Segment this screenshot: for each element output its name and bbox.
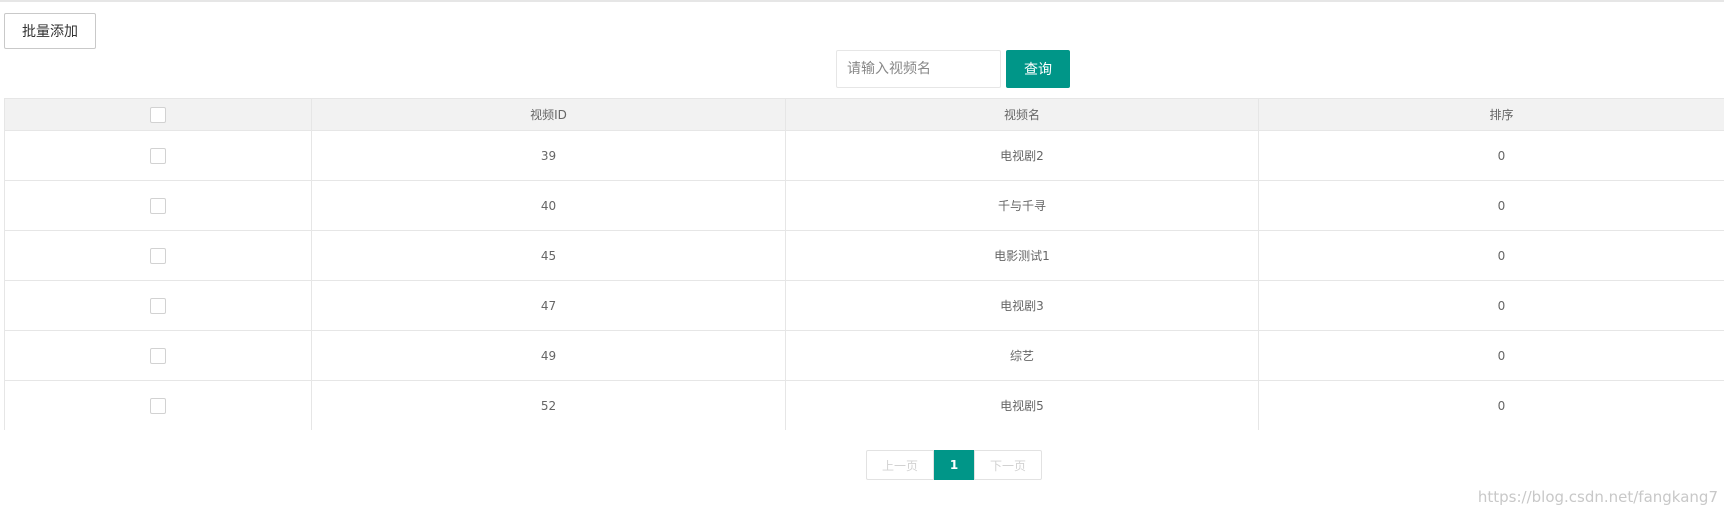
- table-header-row: 视频ID 视频名 排序: [4, 98, 1724, 131]
- batch-add-button[interactable]: 批量添加: [4, 13, 96, 49]
- query-button[interactable]: 查询: [1006, 50, 1070, 88]
- video-name-cell: 电影测试1: [785, 230, 1259, 281]
- table-row: 47 电视剧3 0: [4, 280, 1724, 331]
- header-video-id: 视频ID: [311, 98, 786, 131]
- video-name-cell: 综艺: [785, 330, 1259, 381]
- video-name-cell: 电视剧5: [785, 380, 1259, 430]
- table-row: 49 综艺 0: [4, 330, 1724, 381]
- row-checkbox[interactable]: [150, 397, 166, 414]
- video-name-cell: 电视剧3: [785, 280, 1259, 331]
- row-select-cell: [4, 380, 312, 430]
- row-checkbox[interactable]: [150, 297, 166, 314]
- header-select-all-cell: [4, 98, 312, 131]
- video-name-cell: 电视剧2: [785, 130, 1259, 181]
- prev-page-button[interactable]: 上一页: [866, 450, 934, 480]
- row-select-cell: [4, 330, 312, 381]
- row-select-cell: [4, 180, 312, 231]
- video-id-cell: 39: [311, 130, 786, 181]
- row-select-cell: [4, 130, 312, 181]
- video-id-cell: 40: [311, 180, 786, 231]
- row-checkbox[interactable]: [150, 197, 166, 214]
- table-row: 40 千与千寻 0: [4, 180, 1724, 231]
- row-checkbox[interactable]: [150, 247, 166, 264]
- video-id-cell: 52: [311, 380, 786, 430]
- video-id-cell: 47: [311, 280, 786, 331]
- video-id-cell: 49: [311, 330, 786, 381]
- row-checkbox[interactable]: [150, 347, 166, 364]
- sort-cell: 0: [1258, 180, 1724, 231]
- sort-cell: 0: [1258, 330, 1724, 381]
- header-video-name: 视频名: [785, 98, 1259, 131]
- row-select-cell: [4, 230, 312, 281]
- sort-cell: 0: [1258, 230, 1724, 281]
- row-select-cell: [4, 280, 312, 331]
- sort-cell: 0: [1258, 280, 1724, 331]
- video-name-cell: 千与千寻: [785, 180, 1259, 231]
- sort-cell: 0: [1258, 130, 1724, 181]
- video-id-cell: 45: [311, 230, 786, 281]
- select-all-checkbox[interactable]: [150, 106, 166, 123]
- table-row: 39 电视剧2 0: [4, 130, 1724, 181]
- next-page-button[interactable]: 下一页: [974, 450, 1042, 480]
- video-table-container: 视频ID 视频名 排序 39 电视剧2 0 40 千与千寻 0 45 电影测试1: [4, 98, 1724, 430]
- pagination: 上一页 1 下一页: [866, 450, 1042, 480]
- current-page-button[interactable]: 1: [934, 450, 974, 480]
- video-name-search-input[interactable]: [836, 50, 1001, 88]
- row-checkbox[interactable]: [150, 147, 166, 164]
- table-row: 45 电影测试1 0: [4, 230, 1724, 281]
- header-sort: 排序: [1258, 98, 1724, 131]
- watermark: https://blog.csdn.net/fangkang7: [1477, 488, 1718, 506]
- top-divider: [0, 0, 1724, 2]
- sort-cell: 0: [1258, 380, 1724, 430]
- video-table: 视频ID 视频名 排序 39 电视剧2 0 40 千与千寻 0 45 电影测试1: [4, 98, 1724, 430]
- table-row: 52 电视剧5 0: [4, 380, 1724, 430]
